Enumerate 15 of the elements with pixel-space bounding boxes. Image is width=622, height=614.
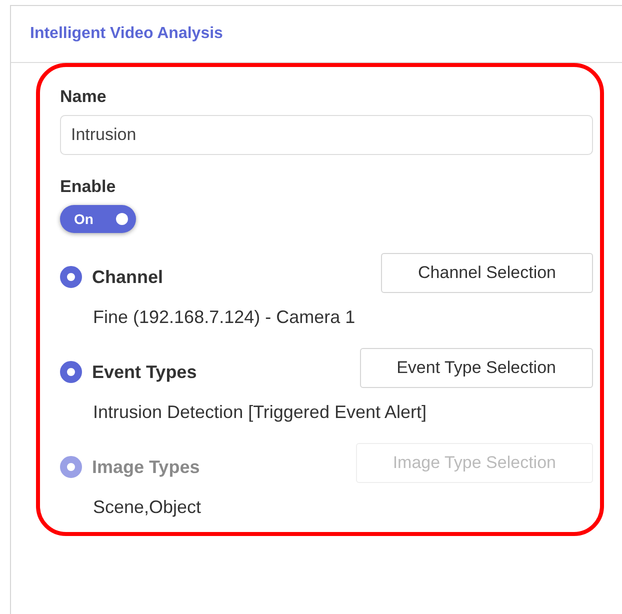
section-value: Intrusion Detection [Triggered Event Alert] xyxy=(93,402,428,423)
section-value: Scene,Object xyxy=(93,497,202,518)
selection-button[interactable]: Channel Selection xyxy=(381,253,593,293)
field-label: Name xyxy=(60,87,106,107)
section-label: Image Types xyxy=(92,456,200,478)
radio-button[interactable] xyxy=(60,361,82,383)
radio-button[interactable] xyxy=(60,266,82,288)
selection-button[interactable]: Event Type Selection xyxy=(360,348,593,388)
panel-title: Intelligent Video Analysis xyxy=(30,25,223,43)
section-value: Fine (192.168.7.124) - Camera 1 xyxy=(93,307,356,328)
enable-toggle[interactable]: On xyxy=(60,205,136,233)
field-label: Enable xyxy=(60,177,116,197)
section-label: Event Types xyxy=(92,362,197,382)
name-field[interactable]: Intrusion xyxy=(60,115,593,155)
section-label: Channel xyxy=(92,266,164,288)
